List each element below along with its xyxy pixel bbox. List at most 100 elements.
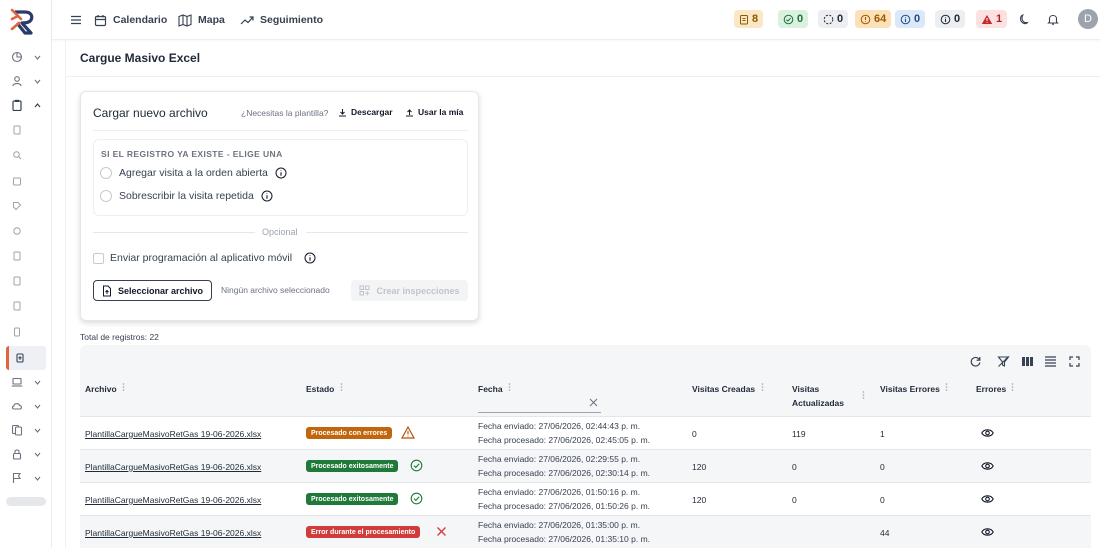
file-link[interactable]: PlantillaCargueMasivoRetGas 19-06-2026.x… [85, 528, 261, 538]
map-icon [178, 13, 192, 27]
table-row[interactable]: PlantillaCargueMasivoRetGas 19-06-2026.x… [80, 515, 1091, 548]
columns-icon[interactable] [1021, 355, 1034, 368]
use-mine-button[interactable]: Usar la mía [405, 107, 463, 117]
counter-completed[interactable]: 0 [778, 10, 809, 28]
avatar[interactable]: D [1078, 9, 1098, 29]
counter-pending[interactable]: 8 [734, 10, 764, 28]
col-fecha[interactable]: Fecha [478, 382, 503, 396]
info-icon[interactable] [304, 252, 316, 264]
card-divider [93, 130, 468, 131]
sidebar-item-users[interactable] [6, 70, 46, 92]
sidebar-subitem-3[interactable] [6, 170, 46, 192]
file-link[interactable]: PlantillaCargueMasivoRetGas 19-06-2026.x… [85, 462, 261, 472]
laptop-icon [11, 376, 23, 388]
processed-date: Fecha procesado: 27/06/2026, 01:50:26 p.… [478, 501, 651, 511]
file-link[interactable]: PlantillaCargueMasivoRetGas 19-06-2026.x… [85, 429, 261, 439]
use-mine-label: Usar la mía [418, 107, 464, 117]
dates-cell: Fecha enviado: 27/06/2026, 02:44:43 p. m… [478, 419, 650, 447]
info-icon[interactable] [261, 190, 273, 202]
column-menu-icon[interactable] [945, 382, 948, 392]
fullscreen-icon[interactable] [1068, 355, 1081, 368]
nav-calendario[interactable]: Calendario [94, 11, 167, 29]
eye-icon[interactable] [981, 428, 994, 438]
sidebar-subitem-2[interactable] [6, 144, 46, 166]
sidebar-item-dashboard[interactable] [6, 46, 46, 68]
page-title: Cargue Masivo Excel [80, 51, 201, 65]
radio-overwrite-visit[interactable] [100, 190, 112, 202]
topbar: Calendario Mapa Seguimiento 8 0 0 64 0 0… [52, 0, 1100, 40]
user-icon [11, 75, 23, 87]
col-archivo[interactable]: Archivo [85, 382, 117, 396]
sidebar-subitem-1[interactable] [6, 119, 46, 141]
col-errores[interactable]: Errores [976, 382, 1006, 396]
option-overwrite-visit[interactable]: Sobrescribir la visita repetida [100, 190, 273, 202]
counter-info[interactable]: 0 [895, 10, 926, 28]
download-template-button[interactable]: Descargar [338, 107, 393, 117]
sidebar-item-security[interactable] [6, 443, 46, 465]
menu-icon[interactable] [69, 13, 83, 27]
eye-icon[interactable] [981, 527, 994, 537]
counter-other[interactable]: 0 [935, 10, 966, 28]
need-template-text: ¿Necesitas la plantilla? [241, 108, 329, 118]
col-estado[interactable]: Estado [306, 382, 334, 396]
counter-in-progress[interactable]: 0 [818, 10, 849, 28]
column-menu-icon[interactable] [761, 382, 764, 392]
col-visitas-actualizadas-line2: Actualizadas [792, 398, 844, 408]
file-link[interactable]: PlantillaCargueMasivoRetGas 19-06-2026.x… [85, 495, 261, 505]
refresh-icon[interactable] [969, 355, 982, 368]
eye-icon[interactable] [981, 494, 994, 504]
sidebar-subitem-9[interactable] [6, 321, 46, 343]
col-visitas-creadas[interactable]: Visitas Creadas [692, 382, 755, 396]
counter-pending-value: 8 [752, 13, 759, 25]
column-menu-icon[interactable] [122, 382, 125, 392]
sidebar-item-equipment[interactable] [6, 371, 46, 393]
status-badge: Procesado exitosamente [306, 493, 399, 505]
send-schedule-option[interactable]: Enviar programación al aplicativo móvil [93, 252, 316, 264]
sidebar-subitem-6[interactable] [6, 245, 46, 267]
table-row[interactable]: PlantillaCargueMasivoRetGas 19-06-2026.x… [80, 482, 1091, 515]
option-add-visit[interactable]: Agregar visita a la orden abierta [100, 167, 287, 179]
select-file-button[interactable]: Seleccionar archivo [93, 280, 212, 301]
send-schedule-checkbox[interactable] [93, 252, 104, 264]
nav-mapa[interactable]: Mapa [178, 11, 225, 29]
fecha-filter-input[interactable] [478, 412, 601, 413]
sidebar-subitem-8[interactable] [6, 295, 46, 317]
info-icon[interactable] [275, 167, 287, 179]
chevron-down-icon [33, 402, 42, 411]
sidebar-subitem-bulk-upload[interactable] [6, 346, 46, 370]
table-row[interactable]: PlantillaCargueMasivoRetGas 19-06-2026.x… [80, 449, 1091, 482]
document-icon [11, 250, 23, 262]
sidebar-subitem-7[interactable] [6, 270, 46, 292]
sidebar-scrollbar[interactable] [6, 497, 46, 506]
sidebar-item-cloud[interactable] [6, 395, 46, 417]
bell-icon[interactable] [1046, 12, 1060, 26]
col-visitas-errores[interactable]: Visitas Errores [880, 382, 940, 396]
counter-errors[interactable]: 1 [976, 10, 1008, 28]
check-circle-icon [410, 459, 423, 472]
col-visitas-actualizadas[interactable]: Visitas Actualizadas [792, 382, 844, 410]
create-inspections-button[interactable]: Crear inspecciones [351, 280, 468, 301]
counter-other-value: 0 [954, 13, 961, 25]
nav-seguimiento[interactable]: Seguimiento [240, 11, 323, 29]
column-menu-icon[interactable] [862, 390, 865, 400]
density-icon[interactable] [1044, 355, 1057, 368]
sidebar-item-inspections[interactable] [6, 94, 46, 116]
document-icon [11, 124, 23, 136]
column-menu-icon[interactable] [340, 382, 343, 392]
sidebar-item-documents[interactable] [6, 419, 46, 441]
counter-alerts[interactable]: 64 [855, 10, 892, 28]
sidebar-subitem-5[interactable] [6, 220, 46, 242]
x-icon [437, 527, 446, 536]
app-logo[interactable] [9, 7, 39, 37]
sidebar-item-reports[interactable] [6, 467, 46, 489]
radio-add-visit[interactable] [100, 167, 112, 179]
clear-filter-icon[interactable] [589, 398, 598, 407]
column-menu-icon[interactable] [1011, 382, 1014, 392]
eye-icon[interactable] [981, 461, 994, 471]
filter-off-icon[interactable] [997, 355, 1010, 368]
moon-icon[interactable] [1018, 12, 1032, 26]
optional-divider-left [93, 232, 255, 233]
column-menu-icon[interactable] [508, 382, 511, 392]
sidebar-subitem-4[interactable] [6, 195, 46, 217]
table-row[interactable]: PlantillaCargueMasivoRetGas 19-06-2026.x… [80, 416, 1091, 449]
